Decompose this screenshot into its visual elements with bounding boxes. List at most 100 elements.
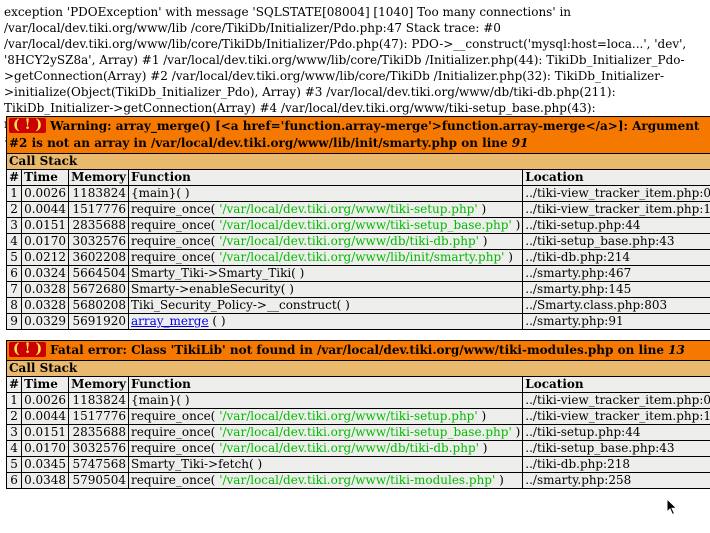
row-function-name: {main}( ) [130, 393, 190, 407]
row-memory: 5680208 [68, 297, 129, 314]
table-row: 3 0.0151 2835688 require_once( '/var/local/… [5, 217, 710, 234]
row-function: require_once( '/var/local/dev.tiki.org/w… [127, 440, 524, 457]
table-row: 5 0.0345 5747568 Smarty_Tiki->fetch( ) ../ti… [5, 456, 710, 473]
row-location: ../tiki-db.php:218 [522, 456, 710, 473]
row-function-argument: '/var/local/dev.tiki.org/www/db/tiki-db.… [219, 441, 479, 455]
row-function-name: Smarty->enableSecurity( ) [130, 282, 294, 296]
col-header-function: Function [127, 169, 524, 186]
row-time: 0.0170 [21, 440, 70, 457]
row-time: 0.0345 [21, 456, 70, 473]
row-location: ../tiki-setup.php:44 [522, 424, 710, 441]
warning-icon: ( ! ) [9, 118, 47, 133]
row-function-tail: ) [511, 425, 521, 439]
row-function: Tiki_Security_Policy->__construct( ) [127, 297, 524, 314]
row-number: 5 [5, 249, 23, 266]
row-function: require_once( '/var/local/dev.tiki.org/w… [127, 217, 524, 234]
row-function-tail: ) [504, 250, 513, 264]
row-function-argument: '/var/local/dev.tiki.org/www/tiki-setup.… [219, 409, 478, 423]
row-time: 0.0026 [21, 392, 70, 409]
row-function-tail: ) [511, 218, 521, 232]
row-location: ../tiki-db.php:214 [522, 249, 710, 266]
row-number: 4 [5, 440, 23, 457]
row-time: 0.0044 [21, 201, 70, 218]
row-memory: 5790504 [68, 472, 129, 489]
col-header-memory: Memory [68, 169, 129, 186]
row-function-name: Smarty_Tiki->fetch( ) [130, 457, 263, 471]
row-function-name: require_once( [130, 250, 220, 264]
row-function: require_once( '/var/local/dev.tiki.org/w… [127, 233, 524, 250]
row-function-tail: ) [477, 409, 487, 423]
row-time: 0.0329 [21, 313, 70, 330]
col-header-number: # [5, 376, 23, 393]
warning-callstack-label: Call Stack [6, 153, 710, 170]
row-memory: 2835688 [68, 424, 129, 441]
row-number: 6 [5, 472, 23, 489]
row-location: ../tiki-view_tracker_item.php:12 [522, 408, 710, 425]
row-location: ../tiki-setup_base.php:43 [522, 440, 710, 457]
row-function-name: Smarty_Tiki->Smarty_Tiki( ) [130, 266, 305, 280]
row-memory: 5672680 [68, 281, 129, 298]
row-number: 2 [5, 201, 23, 218]
row-function-tail: ) [495, 473, 504, 487]
row-location: ../Smarty.class.php:803 [522, 297, 710, 314]
fatal-line: 13 [668, 343, 685, 357]
row-location: ../tiki-view_tracker_item.php:12 [522, 201, 710, 218]
row-memory: 3032576 [68, 440, 129, 457]
row-function: Smarty->enableSecurity( ) [127, 281, 524, 298]
row-time: 0.0328 [21, 297, 70, 314]
row-location: ../tiki-view_tracker_item.php:0 [522, 185, 710, 202]
fatal-error-table: ( ! ) Fatal error: Class 'TikiLib' not fo… [5, 340, 710, 489]
table-row: 6 0.0324 5664504 Smarty_Tiki->Smarty_Tiki( … [5, 265, 710, 282]
col-header-number: # [5, 169, 23, 186]
row-function-tail: ) [477, 202, 487, 216]
row-function: require_once( '/var/local/dev.tiki.org/w… [127, 424, 524, 441]
row-location: ../tiki-setup.php:44 [522, 217, 710, 234]
row-location: ../tiki-view_tracker_item.php:0 [522, 392, 710, 409]
row-number: 2 [5, 408, 23, 425]
table-row: 4 0.0170 3032576 require_once( '/var/local/… [5, 233, 710, 250]
row-function: require_once( '/var/local/dev.tiki.org/w… [127, 472, 524, 489]
col-header-time: Time [21, 169, 70, 186]
row-number: 1 [5, 392, 23, 409]
row-number: 3 [5, 217, 23, 234]
row-memory: 5747568 [68, 456, 129, 473]
row-memory: 2835688 [68, 217, 129, 234]
warning-message: Warning: array_merge() [<a href='functio… [9, 119, 700, 150]
row-memory: 3032576 [68, 233, 129, 250]
warning-line: 91 [511, 136, 529, 150]
row-number: 4 [5, 233, 23, 250]
row-function-name: {main}( ) [130, 186, 190, 200]
row-function-name: require_once( [130, 473, 220, 487]
table-row: 7 0.0328 5672680 Smarty->enableSecurity( ).… [5, 281, 710, 298]
row-function-tail: ( ) [208, 314, 226, 328]
row-time: 0.0348 [21, 472, 70, 489]
row-location: ../smarty.php:258 [522, 472, 710, 489]
fatal-callstack-label: Call Stack [6, 360, 710, 377]
row-memory: 1183824 [68, 185, 129, 202]
row-time: 0.0151 [21, 217, 70, 234]
table-row: 8 0.0328 5680208 Tiki_Security_Policy->__co… [5, 297, 710, 314]
row-function-argument: '/var/local/dev.tiki.org/www/tiki-module… [219, 473, 496, 487]
row-number: 8 [5, 297, 23, 314]
row-function-name: require_once( [130, 441, 220, 455]
table-row: 9 0.0329 5691920 array_merge ( ) ../smar… [5, 313, 710, 330]
col-header-function: Function [127, 376, 524, 393]
row-function: Smarty_Tiki->Smarty_Tiki( ) [127, 265, 524, 282]
fatal-icon: ( ! ) [9, 342, 47, 357]
table-row: 3 0.0151 2835688 require_once( '/var/local/… [5, 424, 710, 441]
row-function: array_merge ( ) [127, 313, 524, 330]
row-function-name: require_once( [130, 234, 220, 248]
col-header-location: Location [522, 376, 710, 393]
row-location: ../tiki-setup_base.php:43 [522, 233, 710, 250]
row-time: 0.0328 [21, 281, 70, 298]
row-time: 0.0324 [21, 265, 70, 282]
array-merge-link[interactable]: array_merge [131, 314, 209, 328]
row-function-argument: '/var/local/dev.tiki.org/www/lib/init/sm… [219, 250, 505, 264]
col-header-location: Location [522, 169, 710, 186]
row-time: 0.0170 [21, 233, 70, 250]
col-header-time: Time [21, 376, 70, 393]
table-row: 1 0.0026 1183824 {main}( ) ../tiki-view_trac… [5, 392, 710, 409]
fatal-column-headers: # Time Memory Function Location [5, 376, 710, 393]
row-function: {main}( ) [127, 185, 524, 202]
row-function: {main}( ) [127, 392, 524, 409]
